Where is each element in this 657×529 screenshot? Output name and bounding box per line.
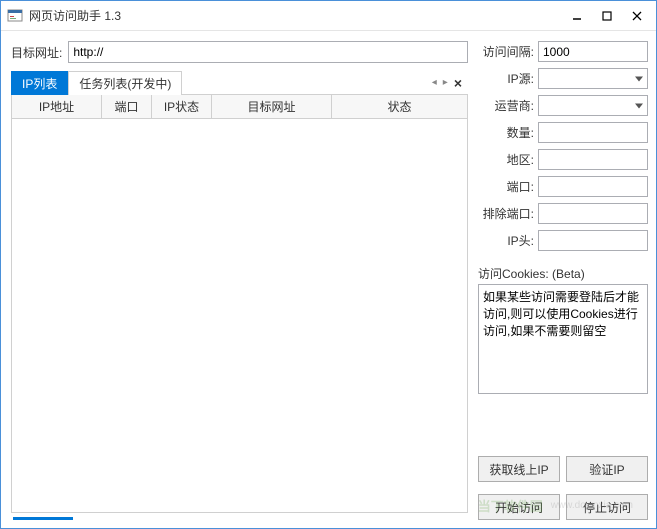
maximize-button[interactable] (592, 5, 622, 27)
col-port[interactable]: 端口 (102, 95, 152, 118)
close-button[interactable] (622, 5, 652, 27)
progress-bar (13, 517, 73, 520)
interval-input[interactable] (538, 41, 648, 62)
exclude-port-input[interactable] (538, 203, 648, 224)
count-input[interactable] (538, 122, 648, 143)
col-ip-status[interactable]: IP状态 (152, 95, 212, 118)
tab-ip-list[interactable]: IP列表 (11, 71, 68, 95)
tabstrip: IP列表 任务列表(开发中) ◂ ▸ × (11, 71, 468, 95)
tab-task-list[interactable]: 任务列表(开发中) (68, 71, 182, 95)
fetch-ip-button[interactable]: 获取线上IP (478, 456, 560, 482)
count-label: 数量: (478, 124, 534, 141)
region-input[interactable] (538, 149, 648, 170)
right-panel: 访问间隔: IP源: 运营商: 数量: 地区: 端口: (478, 41, 648, 520)
verify-ip-button[interactable]: 验证IP (566, 456, 648, 482)
tab-prev-icon[interactable]: ◂ (432, 77, 437, 88)
titlebar: 网页访问助手 1.3 (1, 1, 656, 31)
left-panel: 目标网址: IP列表 任务列表(开发中) ◂ ▸ × IP地址 端口 IP状态 … (11, 41, 468, 520)
table-body[interactable] (11, 119, 468, 513)
app-window: 网页访问助手 1.3 目标网址: IP列表 任务列表(开发中) ◂ ▸ × (0, 0, 657, 529)
ip-source-label: IP源: (478, 70, 534, 87)
exclude-port-label: 排除端口: (478, 205, 534, 222)
col-ip[interactable]: IP地址 (12, 95, 102, 118)
tab-next-icon[interactable]: ▸ (443, 77, 448, 88)
minimize-button[interactable] (562, 5, 592, 27)
region-label: 地区: (478, 151, 534, 168)
window-controls (562, 5, 652, 27)
tab-close-icon[interactable]: × (454, 75, 462, 91)
cookies-textarea[interactable] (478, 284, 648, 394)
content-area: 目标网址: IP列表 任务列表(开发中) ◂ ▸ × IP地址 端口 IP状态 … (1, 31, 656, 528)
target-url-label: 目标网址: (11, 44, 62, 61)
ip-source-select[interactable] (538, 68, 648, 89)
isp-label: 运营商: (478, 97, 534, 114)
start-button[interactable]: 开始访问 (478, 494, 560, 520)
port-input[interactable] (538, 176, 648, 197)
target-url-input[interactable] (68, 41, 468, 63)
col-target[interactable]: 目标网址 (212, 95, 332, 118)
cookies-label: 访问Cookies: (Beta) (478, 265, 648, 282)
isp-select[interactable] (538, 95, 648, 116)
app-icon (7, 8, 23, 24)
window-title: 网页访问助手 1.3 (29, 7, 562, 24)
ip-head-input[interactable] (538, 230, 648, 251)
table-header: IP地址 端口 IP状态 目标网址 状态 (11, 95, 468, 119)
port-label: 端口: (478, 178, 534, 195)
interval-label: 访问间隔: (478, 43, 534, 60)
col-status[interactable]: 状态 (332, 95, 467, 118)
ip-head-label: IP头: (478, 232, 534, 249)
stop-button[interactable]: 停止访问 (566, 494, 648, 520)
